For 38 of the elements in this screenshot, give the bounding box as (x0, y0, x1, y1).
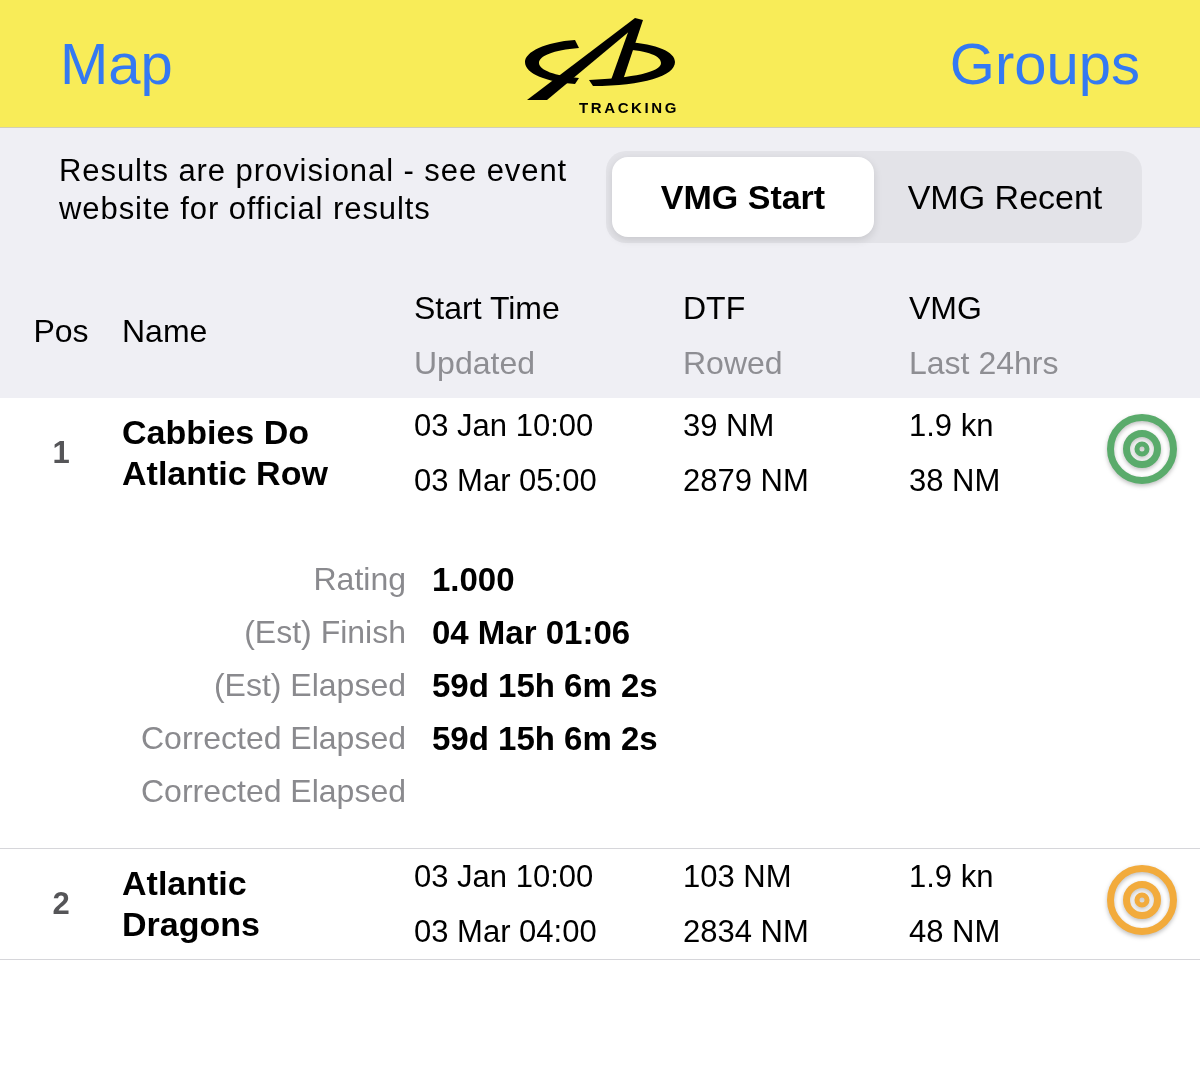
updated-time-value: 03 Mar 04:00 (414, 913, 597, 951)
detail-label: Rating (313, 561, 406, 597)
column-subheader: Last 24hrs (909, 343, 1059, 383)
column-subheader: Updated (414, 343, 535, 383)
distance-to-finish: 39 NM (683, 407, 775, 445)
column-header: Name (122, 313, 208, 349)
distance-last-24hrs: 48 NM (909, 913, 1001, 951)
updated-time-value: 03 Mar 05:00 (414, 462, 597, 500)
position-number: 2 (52, 885, 70, 921)
vmg-speed: 1.9 kn (909, 407, 994, 445)
distance-rowed: 2834 NM (683, 913, 809, 951)
position-number: 1 (52, 434, 70, 470)
detail-label: (Est) Finish (244, 614, 406, 650)
distance-last-24hrs: 38 NM (909, 462, 1001, 500)
column-header: DTF (683, 288, 746, 328)
column-header: VMG (909, 288, 982, 328)
distance-rowed: 2879 NM (683, 462, 809, 500)
column-header: Pos (33, 313, 89, 349)
distance-to-finish: 103 NM (683, 858, 792, 896)
logo-icon (523, 17, 677, 100)
detail-value: 1.000 (432, 560, 515, 600)
logo-text: TRACKING (579, 99, 679, 116)
start-time-value: 03 Jan 10:00 (414, 407, 594, 445)
detail-value: 59d 15h 6m 2s (432, 666, 658, 706)
detail-value: 59d 15h 6m 2s (432, 719, 658, 759)
detail-value: 04 Mar 01:06 (432, 613, 631, 653)
segment-tab[interactable]: VMG Recent (874, 157, 1136, 237)
column-subheader: Rowed (683, 343, 783, 383)
provisional-notice: Results are provisional - see event website for official results (59, 152, 569, 228)
team-name: Cabbies Do Atlantic Row (122, 412, 329, 494)
detail-label: Corrected Elapsed (140, 773, 406, 809)
vmg-speed: 1.9 kn (909, 858, 994, 896)
segment-tab[interactable]: VMG Start (612, 157, 874, 237)
detail-label: (Est) Elapsed (213, 667, 406, 703)
detail-label: Corrected Elapsed (140, 720, 406, 756)
column-header: Start Time (414, 288, 560, 328)
start-time-value: 03 Jan 10:00 (414, 858, 594, 896)
team-name: Atlantic Dragons (122, 863, 261, 945)
